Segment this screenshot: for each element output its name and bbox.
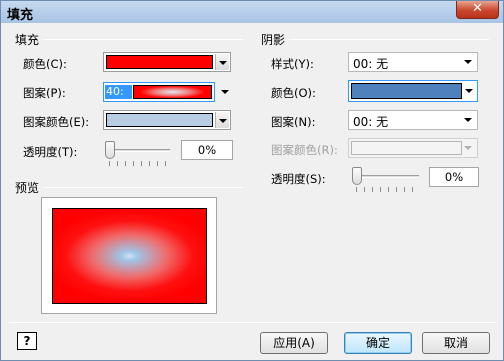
preview-group-divider — [43, 187, 243, 188]
fill-pattern-color-swatch — [106, 113, 213, 127]
fill-group-divider — [43, 39, 243, 40]
shadow-transparency-label: 透明度(S): — [271, 172, 326, 186]
preview-group-title: 预览 — [15, 181, 40, 195]
fill-pattern-preview — [133, 85, 212, 99]
ok-button[interactable]: 确定 — [344, 332, 412, 354]
shadow-transparency-track[interactable] — [353, 175, 419, 178]
shadow-pattern-select[interactable]: 00: 无 — [348, 110, 478, 130]
chevron-down-icon[interactable] — [465, 89, 473, 93]
shadow-pattern-label: 图案(N): — [271, 115, 316, 129]
shadow-pattern-color-select — [348, 138, 478, 158]
chevron-down-icon — [219, 119, 227, 123]
dialog-title: 填充 — [7, 8, 34, 23]
apply-button[interactable]: 应用(A) — [260, 332, 328, 354]
fill-group-title: 填充 — [15, 33, 40, 47]
fill-pattern-color-label: 图案颜色(E): — [23, 115, 90, 129]
fill-transparency-ticks — [109, 161, 167, 166]
shadow-transparency-ticks — [356, 187, 416, 192]
shadow-style-select[interactable]: 00: 无 — [348, 52, 478, 72]
fill-transparency-track[interactable] — [106, 149, 170, 152]
footer-divider — [9, 322, 497, 323]
fill-pattern-color-select[interactable] — [103, 110, 231, 130]
chevron-down-icon — [464, 146, 472, 150]
fill-color-select[interactable] — [103, 52, 231, 72]
chevron-down-icon — [219, 61, 227, 65]
fill-pattern-dropdown-icon[interactable] — [221, 90, 229, 94]
close-icon: ✕ — [472, 1, 483, 16]
fill-pattern-select[interactable]: 40: — [103, 82, 215, 102]
shadow-color-select[interactable] — [348, 80, 478, 102]
title-bar: 填充 ✕ — [1, 1, 503, 23]
help-icon: ? — [23, 334, 31, 348]
preview-frame — [41, 197, 217, 314]
fill-color-label: 颜色(C): — [23, 57, 67, 71]
preview-fill-rect — [52, 208, 207, 304]
chevron-down-icon[interactable] — [464, 118, 472, 122]
shadow-pattern-value: 00: 无 — [353, 115, 389, 129]
fill-color-swatch — [106, 55, 213, 69]
fill-pattern-number: 40: — [105, 85, 132, 99]
fill-color-dropdown-button[interactable] — [215, 54, 229, 70]
shadow-style-label: 样式(Y): — [271, 57, 314, 71]
shadow-color-swatch — [351, 83, 462, 99]
shadow-group-divider — [289, 39, 489, 40]
fill-pattern-color-dropdown-button[interactable] — [215, 112, 229, 128]
fill-transparency-slider-thumb[interactable] — [105, 141, 115, 159]
fill-transparency-input[interactable]: 0% — [181, 140, 233, 160]
cancel-button[interactable]: 取消 — [422, 332, 490, 354]
shadow-pattern-color-swatch — [351, 141, 462, 155]
shadow-transparency-input[interactable]: 0% — [429, 167, 479, 187]
fill-pattern-label: 图案(P): — [23, 86, 66, 100]
chevron-down-icon[interactable] — [464, 60, 472, 64]
help-button[interactable]: ? — [17, 332, 37, 350]
shadow-style-value: 00: 无 — [353, 57, 389, 71]
shadow-transparency-slider-thumb[interactable] — [352, 167, 362, 185]
fill-dialog: 填充 ✕ 填充 颜色(C): 图案(P): 40: 图案颜色(E): 透明度(T… — [0, 0, 504, 361]
shadow-group-title: 阴影 — [261, 33, 286, 47]
close-button[interactable]: ✕ — [456, 1, 499, 19]
shadow-color-label: 颜色(O): — [271, 86, 316, 100]
shadow-pattern-color-label: 图案颜色(R): — [271, 143, 338, 157]
fill-transparency-label: 透明度(T): — [23, 145, 78, 159]
